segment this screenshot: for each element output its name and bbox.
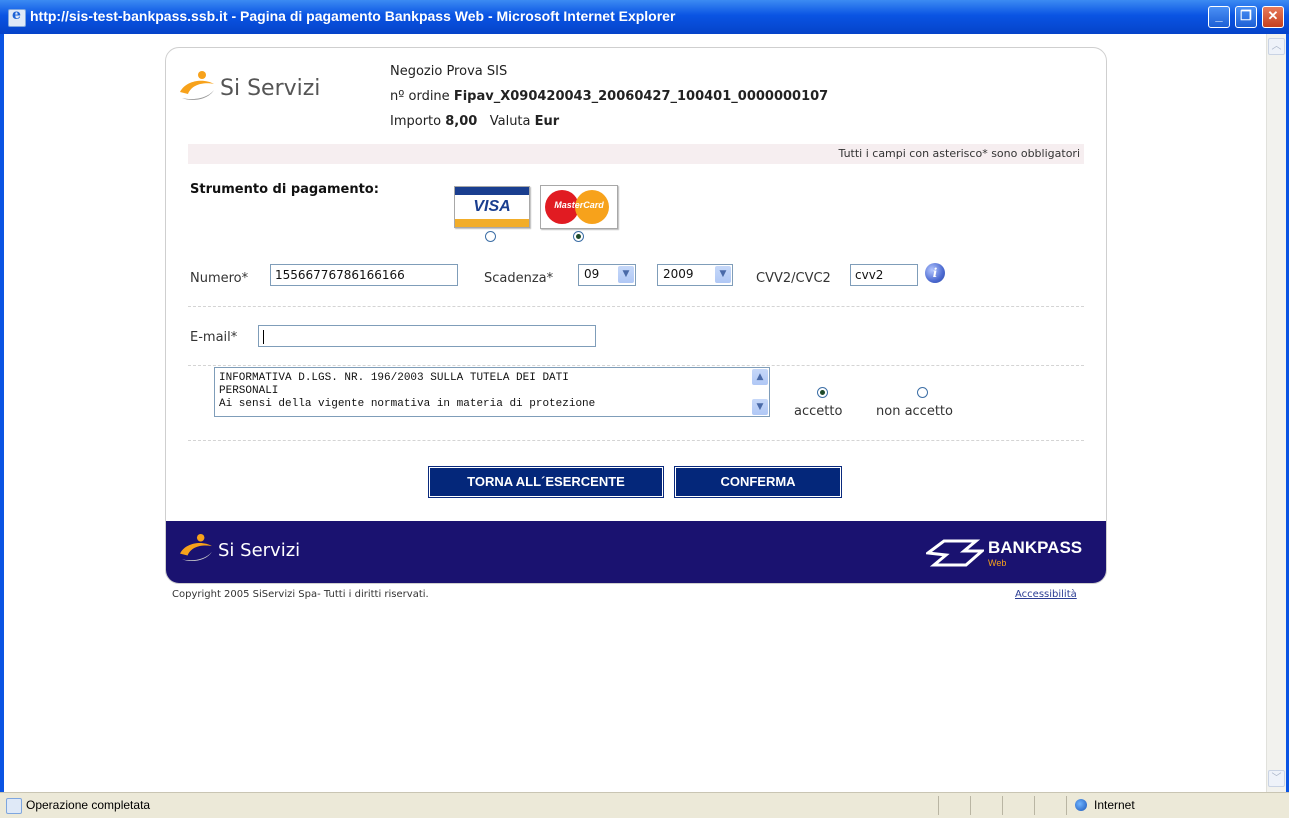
copyright-text: Copyright 2005 SiServizi Spa- Tutti i di… — [172, 589, 429, 600]
window-border-left — [0, 34, 4, 792]
email-label: E-mail* — [190, 330, 238, 345]
mastercard-card-icon[interactable]: MasterCard — [540, 185, 618, 229]
mandatory-notice: Tutti i campi con asterisco* sono obblig… — [188, 144, 1084, 164]
amount-label: Importo — [390, 114, 442, 129]
bankpass-arrow-icon — [926, 539, 984, 567]
chevron-down-icon[interactable]: ▼ — [715, 266, 731, 283]
amount-line: Importo 8,00 Valuta Eur — [390, 114, 559, 129]
title-bar: http://sis-test-bankpass.ssb.it - Pagina… — [0, 0, 1289, 34]
expiry-label: Scadenza* — [484, 271, 554, 286]
accept-radio[interactable] — [817, 387, 828, 398]
mastercard-text: MasterCard — [554, 200, 604, 210]
card-number-input[interactable]: 15566776786166166 — [270, 264, 458, 286]
order-number: Fipav_X090420043_20060427_100401_0000000… — [453, 89, 829, 104]
status-divider — [970, 796, 971, 815]
payment-method-label: Strumento di pagamento: — [190, 182, 379, 197]
visa-card-icon[interactable]: VISA — [454, 186, 530, 228]
expiry-year-value: 2009 — [663, 267, 694, 281]
currency-value: Eur — [534, 114, 560, 129]
scroll-up-icon[interactable]: ▲ — [752, 369, 768, 385]
confirm-button[interactable]: CONFERMA — [674, 466, 842, 498]
shop-name: Negozio Prova SIS — [390, 64, 508, 79]
divider — [188, 440, 1084, 441]
privacy-textarea[interactable]: INFORMATIVA D.LGS. NR. 196/2003 SULLA TU… — [214, 367, 770, 417]
divider — [188, 365, 1084, 366]
scroll-up-icon[interactable]: ︿ — [1268, 38, 1285, 55]
status-divider — [1002, 796, 1003, 815]
amount-value: 8,00 — [445, 114, 478, 129]
scroll-down-icon[interactable]: ▼ — [752, 399, 768, 415]
cvv-input[interactable]: cvv2 — [850, 264, 918, 286]
currency-label: Valuta — [489, 114, 531, 129]
minimize-button[interactable]: _ — [1208, 6, 1230, 28]
expiry-month-value: 09 — [584, 267, 600, 281]
window-title: http://sis-test-bankpass.ssb.it - Pagina… — [30, 8, 676, 24]
chevron-down-icon[interactable]: ▼ — [618, 266, 634, 283]
order-label: nº ordine — [390, 89, 450, 104]
order-line: nº ordine Fipav_X090420043_20060427_1004… — [390, 89, 828, 104]
privacy-text: INFORMATIVA D.LGS. NR. 196/2003 SULLA TU… — [219, 372, 596, 410]
bankpass-subtext: Web — [988, 558, 1007, 568]
text-cursor — [263, 329, 264, 344]
footer-band: Si Servizi BANKPASS Web — [166, 521, 1106, 583]
footer-brand-name: Si Servizi — [218, 540, 301, 561]
status-divider — [938, 796, 939, 815]
mastercard-radio[interactable] — [573, 231, 584, 242]
accept-label: accetto — [794, 404, 843, 419]
expiry-month-select[interactable]: 09 ▼ — [578, 264, 636, 286]
reject-radio[interactable] — [917, 387, 928, 398]
info-icon[interactable]: i — [925, 263, 945, 283]
divider — [188, 306, 1084, 307]
bankpass-logo: BANKPASS Web — [926, 533, 1096, 573]
payment-card: Si Servizi Negozio Prova SIS nº ordine F… — [165, 47, 1107, 584]
status-bar: Operazione completata Internet — [0, 792, 1289, 818]
visa-radio[interactable] — [485, 231, 496, 242]
status-divider — [1066, 796, 1067, 815]
si-servizi-logo-icon — [180, 71, 214, 100]
brand-name: Si Servizi — [220, 76, 321, 101]
accessibility-link[interactable]: Accessibilità — [1015, 589, 1077, 600]
close-button[interactable]: ✕ — [1262, 6, 1284, 28]
page-icon — [6, 798, 22, 814]
bankpass-text: BANKPASS — [988, 538, 1083, 557]
restore-button[interactable]: ❐ — [1235, 6, 1257, 28]
ie-icon — [8, 7, 26, 27]
reject-label: non accetto — [876, 404, 953, 419]
globe-icon — [1075, 799, 1087, 811]
vertical-scrollbar[interactable]: ︿ ﹀ — [1266, 34, 1286, 792]
card-number-label: Numero* — [190, 271, 249, 286]
email-input[interactable] — [258, 325, 596, 347]
back-to-merchant-button[interactable]: TORNA ALL´ESERCENTE — [428, 466, 664, 498]
si-servizi-logo-icon — [180, 533, 212, 562]
visa-text: VISA — [473, 198, 511, 215]
status-text: Operazione completata — [26, 798, 151, 812]
status-divider — [1034, 796, 1035, 815]
scroll-down-icon[interactable]: ﹀ — [1268, 770, 1285, 787]
expiry-year-select[interactable]: 2009 ▼ — [657, 264, 733, 286]
cvv-label: CVV2/CVC2 — [756, 271, 831, 286]
security-zone: Internet — [1094, 798, 1135, 812]
